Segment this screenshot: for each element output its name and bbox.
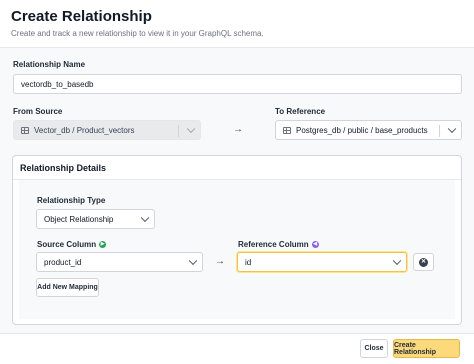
reference-column-select[interactable]: id xyxy=(237,252,407,272)
reference-column-value: id xyxy=(245,257,252,267)
table-icon xyxy=(283,126,291,134)
chevron-down-icon xyxy=(186,124,196,134)
modal-header: Create Relationship Create and track a n… xyxy=(0,0,474,47)
chevron-down-icon xyxy=(392,256,402,266)
source-column-value: product_id xyxy=(44,257,82,267)
chevron-down-icon xyxy=(140,213,150,223)
from-source-value: Vector_db / Product_vectors xyxy=(34,125,135,135)
arrow-right-circle-icon: ▶ xyxy=(99,241,107,249)
chevron-down-icon xyxy=(447,124,457,134)
arrow-left-circle-icon: ◀ xyxy=(311,241,319,249)
select-separator xyxy=(439,125,440,137)
relationship-name-label: Relationship Name xyxy=(13,60,86,69)
source-column-label: Source Column ▶ xyxy=(37,240,107,249)
mapping-arrow-icon: → xyxy=(215,256,225,267)
chevron-down-icon xyxy=(188,256,198,266)
relationship-type-label: Relationship Type xyxy=(37,196,106,205)
relationship-type-value: Object Relationship xyxy=(44,214,114,224)
source-column-label-text: Source Column xyxy=(37,240,97,249)
to-reference-select[interactable]: Postgres_db / public / base_products xyxy=(275,120,462,140)
relationship-name-value: vectordb_to_basedb xyxy=(21,79,94,89)
reference-column-label: Reference Column ◀ xyxy=(238,240,319,249)
remove-mapping-button[interactable]: ✕ xyxy=(413,253,434,271)
source-column-select[interactable]: product_id xyxy=(36,252,203,272)
from-source-select[interactable]: Vector_db / Product_vectors xyxy=(13,120,201,140)
create-relationship-button[interactable]: Create Relationship xyxy=(393,339,460,358)
table-icon xyxy=(21,126,29,134)
modal-title: Create Relationship xyxy=(11,8,152,25)
create-relationship-modal: Create Relationship Create and track a n… xyxy=(0,0,474,364)
arrow-right-icon: → xyxy=(233,124,243,135)
close-circle-icon: ✕ xyxy=(419,257,428,267)
from-source-label: From Source xyxy=(13,107,63,116)
to-reference-label: To Reference xyxy=(275,107,326,116)
relationship-name-input[interactable]: vectordb_to_basedb xyxy=(13,74,462,94)
close-button[interactable]: Close xyxy=(360,339,388,358)
reference-column-label-text: Reference Column xyxy=(238,240,309,249)
select-separator xyxy=(178,125,179,137)
to-reference-value: Postgres_db / public / base_products xyxy=(296,125,428,135)
modal-subtitle: Create and track a new relationship to v… xyxy=(11,29,264,38)
relationship-type-select[interactable]: Object Relationship xyxy=(36,209,155,229)
relationship-details-title: Relationship Details xyxy=(20,163,107,173)
add-new-mapping-button[interactable]: Add New Mapping xyxy=(36,278,99,297)
relationship-details-header: Relationship Details xyxy=(13,156,461,180)
